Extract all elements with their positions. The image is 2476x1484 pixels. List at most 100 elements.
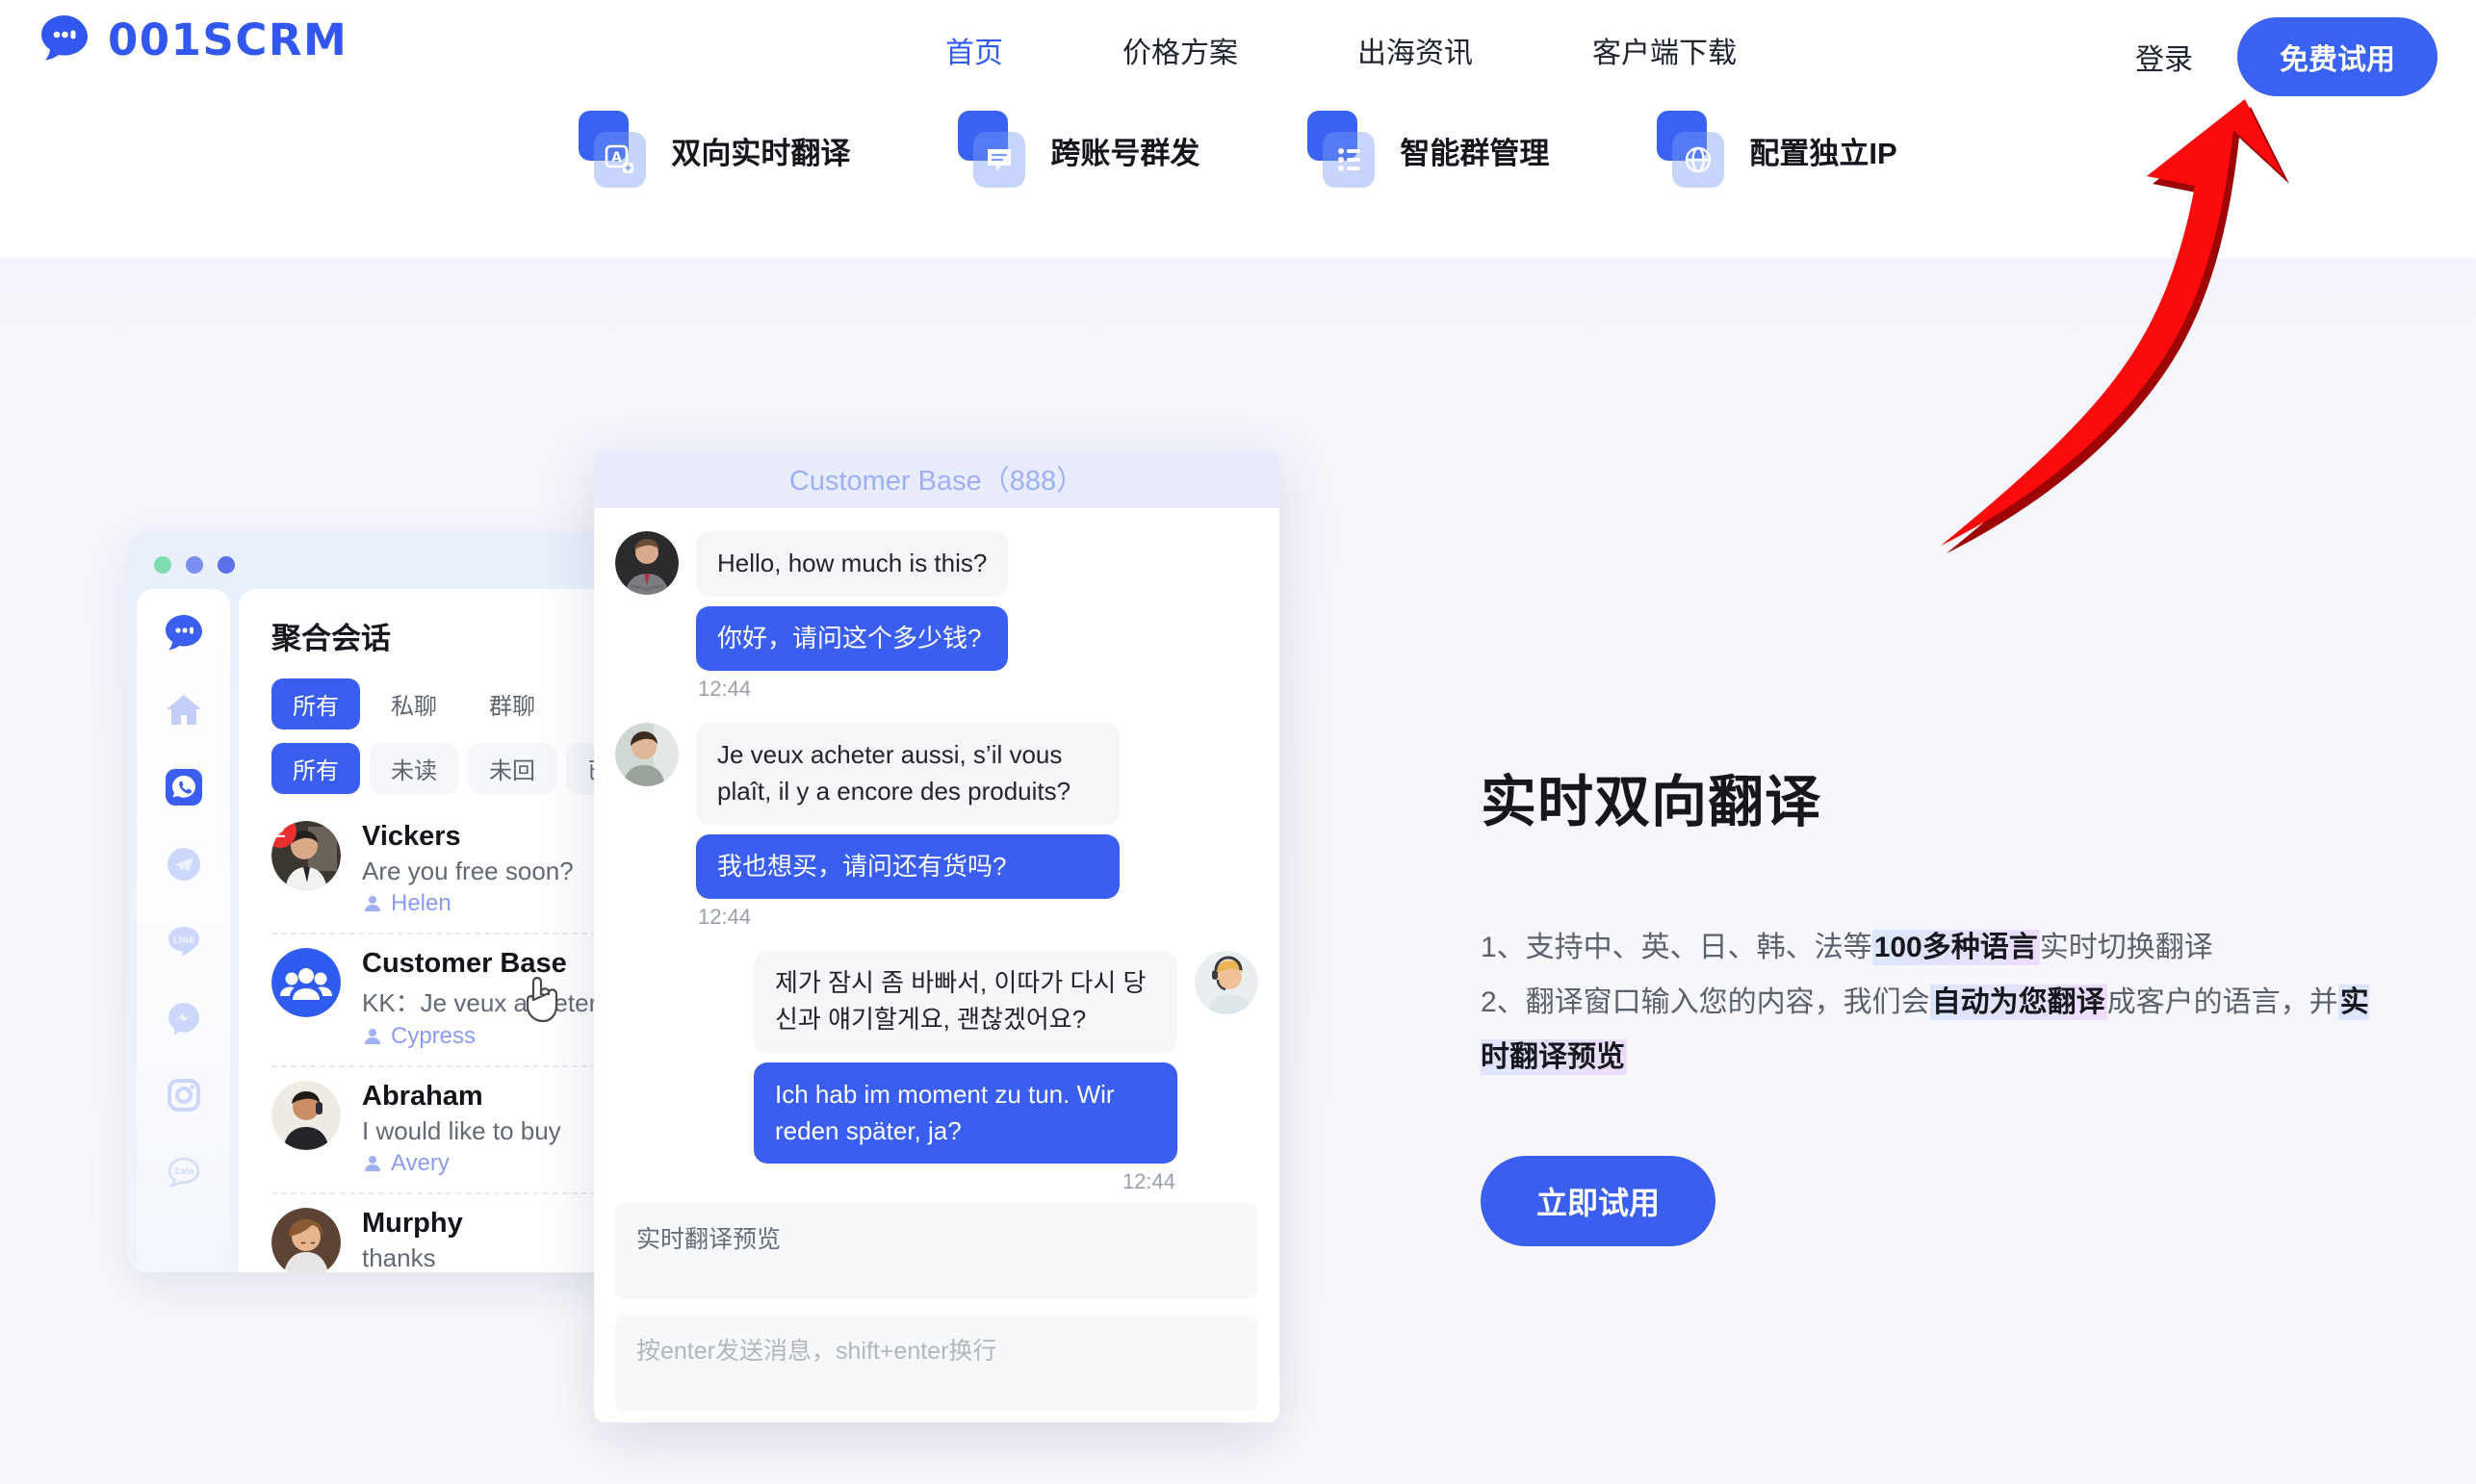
nav-item-download[interactable]: 客户端下载: [1592, 29, 1737, 71]
feature-label: 配置独立IP: [1749, 136, 1897, 170]
nav-item-pricing[interactable]: 价格方案: [1122, 29, 1238, 71]
nav-item-home[interactable]: 首页: [945, 29, 1003, 71]
feature-strip: A 双向实时翻译 跨账号群发 智能群管理 配置独立IP: [0, 111, 2476, 190]
message-timestamp: 12:44: [698, 905, 752, 930]
conv-preview: thanks: [362, 1243, 436, 1272]
chat-bubble-icon: [37, 12, 92, 67]
conv-name: Murphy: [362, 1208, 463, 1239]
message-bubble-translated: Ich hab im moment zu tun. Wir reden spät…: [754, 1062, 1177, 1164]
messenger-icon[interactable]: [161, 995, 207, 1041]
feature-points: 1、支持中、英、日、韩、法等100多种语言实时切换翻译 2、翻译窗口输入您的内容…: [1481, 920, 2386, 1085]
zalo-icon[interactable]: Zalo: [161, 1149, 207, 1195]
person-icon: [365, 1029, 380, 1044]
point1-highlight: 100多种语言: [1871, 930, 2040, 965]
bubble-stack: Je veux acheter aussi, s’il vous plaît, …: [696, 723, 1120, 900]
brand-logo[interactable]: 001SCRM: [37, 12, 348, 67]
message-group: Je veux acheter aussi, s’il vous plaît, …: [615, 723, 1258, 900]
conv-preview: I would like to buy: [362, 1116, 561, 1145]
svg-text:Zalo: Zalo: [173, 1167, 193, 1177]
line-icon[interactable]: LINE: [161, 918, 207, 964]
chat-input-area: 实时翻译预览 按enter发送消息，shift+enter换行: [594, 1203, 1279, 1411]
translate-icon: A: [579, 111, 650, 190]
conv-name: Abraham: [362, 1081, 483, 1112]
message-bubble-original: 제가 잠시 좀 바빠서, 이따가 다시 당신과 얘기할게요, 괜찮겠어요?: [754, 951, 1177, 1053]
point1-prefix: 1、支持中、英、日、韩、法等: [1481, 932, 1872, 963]
person-icon: [365, 1156, 380, 1171]
point1-suffix: 实时切换翻译: [2039, 932, 2213, 963]
svg-text:LINE: LINE: [172, 936, 194, 946]
feature-translate[interactable]: A 双向实时翻译: [579, 111, 850, 190]
point2-highlight: 自动为您翻译: [1929, 985, 2107, 1020]
page-title: 实时双向翻译: [1481, 771, 1822, 833]
avatar: [271, 1208, 341, 1272]
conv-owner-label: Avery: [391, 1150, 450, 1176]
translation-preview-box[interactable]: 实时翻译预览: [615, 1203, 1258, 1299]
conv-preview: Are you free soon?: [362, 857, 574, 885]
broadcast-message-icon: [958, 111, 1029, 190]
filter-status-unreplied[interactable]: 未回: [468, 743, 556, 794]
point2-middle: 成客户的语言，并: [2106, 986, 2338, 1018]
instagram-icon[interactable]: [161, 1072, 207, 1118]
channel-rail: LINE Zalo: [137, 589, 230, 1272]
main-nav: 首页 价格方案 出海资讯 客户端下载: [945, 29, 1737, 71]
message-bubble-translated: 我也想买，请问还有货吗?: [696, 833, 1120, 900]
feature-description-column: 实时双向翻译 1、支持中、英、日、韩、法等100多种语言实时切换翻译 2、翻译窗…: [1481, 756, 2386, 1246]
message-group: Hello, how much is this? 你好，请问这个多少钱?: [615, 531, 1258, 672]
group-manage-icon: [1307, 111, 1379, 190]
filter-chat-private[interactable]: 私聊: [370, 678, 458, 729]
avatar: [615, 531, 679, 595]
feature-label: 跨账号群发: [1050, 136, 1200, 170]
feature-dedicated-ip[interactable]: 配置独立IP: [1657, 111, 1897, 190]
message-timestamp: 12:44: [698, 677, 752, 702]
conv-owner-label: Helen: [391, 890, 451, 916]
filter-status-all[interactable]: 所有: [271, 743, 360, 794]
avatar: [615, 723, 679, 787]
nav-item-news[interactable]: 出海资讯: [1357, 29, 1473, 71]
message-bubble-original: Je veux acheter aussi, s’il vous plaît, …: [696, 723, 1120, 825]
bubble-stack: 제가 잠시 좀 바빠서, 이따가 다시 당신과 얘기할게요, 괜찮겠어요? Ic…: [754, 951, 1177, 1164]
site-header: 001SCRM 首页 价格方案 出海资讯 客户端下载 登录 免费试用 A 双向实…: [0, 0, 2476, 258]
point2-prefix: 2、翻译窗口输入您的内容，我们会: [1481, 986, 1930, 1018]
filter-chat-all[interactable]: 所有: [271, 678, 360, 729]
window-traffic-lights: [154, 556, 235, 574]
header-actions: 登录 免费试用: [2135, 17, 2437, 96]
home-icon[interactable]: [161, 687, 207, 733]
message-compose-input[interactable]: 按enter发送消息，shift+enter换行: [615, 1315, 1258, 1411]
conv-meta: Murphy thanks Helen: [362, 1208, 463, 1272]
telegram-icon[interactable]: [161, 841, 207, 887]
avatar: 2: [271, 821, 341, 890]
globe-ip-icon: [1657, 111, 1728, 190]
avatar: [271, 1081, 341, 1150]
feature-point-2: 2、翻译窗口输入您的内容，我们会自动为您翻译成客户的语言，并实时翻译预览: [1481, 975, 2386, 1085]
conv-meta: Abraham I would like to buy Avery: [362, 1081, 561, 1177]
feature-broadcast[interactable]: 跨账号群发: [958, 111, 1199, 190]
whatsapp-icon[interactable]: [161, 764, 207, 810]
avatar: [1195, 951, 1258, 1015]
chat-message-list: Hello, how much is this? 你好，请问这个多少钱? 12:…: [594, 508, 1279, 1203]
filter-chat-group[interactable]: 群聊: [468, 678, 556, 729]
aggregate-chat-icon[interactable]: [161, 610, 207, 656]
landing-page: 001SCRM 首页 价格方案 出海资讯 客户端下载 登录 免费试用 A 双向实…: [0, 0, 2476, 1484]
feature-label: 智能群管理: [1400, 136, 1550, 170]
conv-name: Vickers: [362, 821, 461, 852]
feature-label: 双向实时翻译: [671, 136, 851, 170]
login-link[interactable]: 登录: [2135, 36, 2193, 78]
message-timestamp: 12:44: [1122, 1169, 1175, 1194]
chat-header: Customer Base（888）: [594, 448, 1279, 508]
free-trial-button[interactable]: 免费试用: [2237, 17, 2437, 96]
try-now-button[interactable]: 立即试用: [1481, 1156, 1716, 1246]
svg-text:A: A: [611, 150, 622, 166]
feature-point-1: 1、支持中、英、日、韩、法等100多种语言实时切换翻译: [1481, 920, 2386, 975]
message-bubble-translated: 你好，请问这个多少钱?: [696, 605, 1009, 672]
brand-name: 001SCRM: [108, 13, 348, 65]
conv-owner: Helen: [362, 890, 574, 917]
person-icon: [365, 896, 380, 911]
conv-owner: Avery: [362, 1150, 561, 1177]
bubble-stack: Hello, how much is this? 你好，请问这个多少钱?: [696, 531, 1009, 672]
message-bubble-original: Hello, how much is this?: [696, 531, 1009, 597]
chat-title: Customer Base（888）: [788, 466, 1085, 497]
filter-status-unread[interactable]: 未读: [370, 743, 458, 794]
nav-row: 001SCRM 首页 价格方案 出海资讯 客户端下载 登录 免费试用: [0, 0, 2476, 104]
feature-group-manage[interactable]: 智能群管理: [1307, 111, 1549, 190]
conv-owner-label: Cypress: [391, 1023, 477, 1049]
